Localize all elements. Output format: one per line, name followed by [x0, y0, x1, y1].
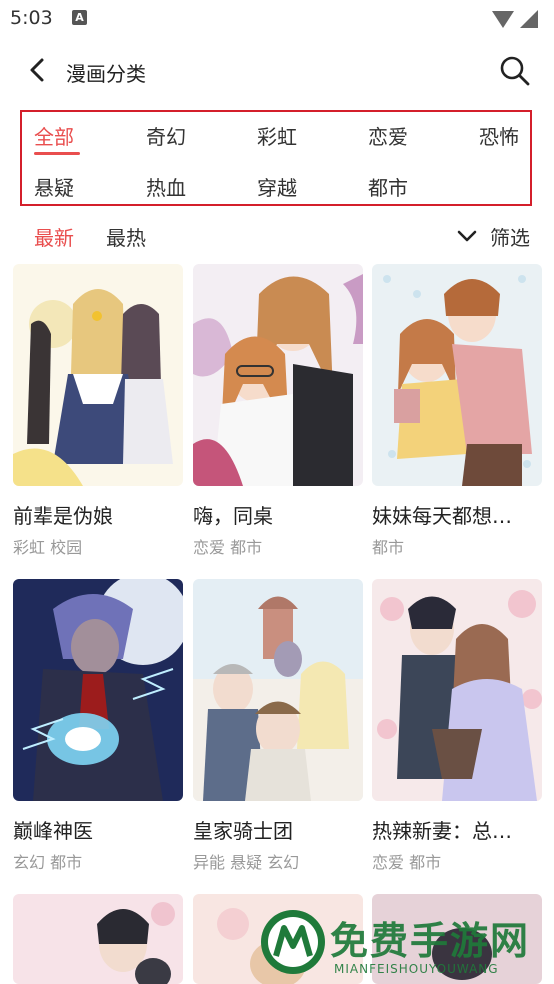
filter-button[interactable]: 筛选	[456, 221, 534, 251]
comic-title: 嗨，同桌	[193, 504, 273, 528]
category-fantasy[interactable]: 奇幻	[146, 121, 186, 150]
status-time: 5:03	[10, 7, 53, 29]
notification-icon: A	[72, 10, 87, 25]
comic-card[interactable]	[13, 894, 183, 984]
comic-title: 热辣新妻：总…	[372, 819, 512, 843]
comic-tags: 都市	[372, 538, 405, 557]
comic-cover-image	[193, 264, 363, 486]
comic-cover-image	[13, 579, 183, 801]
chevron-down-icon	[457, 230, 477, 242]
filter-label: 筛选	[490, 226, 530, 250]
comic-title: 前辈是伪娘	[13, 504, 113, 528]
comic-title: 皇家骑士团	[193, 819, 293, 843]
sort-bar: 最新 最热 筛选	[0, 218, 554, 254]
comic-card[interactable]: 嗨，同桌 恋爱 都市	[193, 264, 363, 564]
category-all[interactable]: 全部	[34, 121, 74, 150]
category-horror[interactable]: 恐怖	[479, 121, 519, 150]
comic-title: 妹妹每天都想…	[372, 504, 512, 528]
comic-cover-image	[13, 894, 183, 984]
category-time-travel[interactable]: 穿越	[257, 172, 297, 201]
active-category-underline	[34, 152, 80, 155]
watermark-text: 免费手游网	[330, 919, 531, 963]
signal-icon	[520, 10, 538, 28]
comic-card[interactable]: 皇家骑士团 异能 悬疑 玄幻	[193, 579, 363, 879]
comic-tags: 异能 悬疑 玄幻	[193, 853, 300, 872]
comic-card[interactable]: 妹妹每天都想… 都市	[372, 264, 542, 564]
status-bar: 5:03 A	[0, 0, 554, 38]
comic-tags: 恋爱 都市	[372, 853, 442, 872]
sort-hottest[interactable]: 最热	[106, 222, 146, 251]
comic-cover-image	[372, 579, 542, 801]
sort-newest[interactable]: 最新	[34, 222, 74, 251]
page-title: 漫画分类	[66, 62, 146, 86]
comic-tags: 恋爱 都市	[193, 538, 263, 557]
comic-card[interactable]: 热辣新妻：总… 恋爱 都市	[372, 579, 542, 879]
category-mystery[interactable]: 悬疑	[34, 172, 74, 201]
watermark-logo-icon	[261, 910, 325, 974]
top-bar: 漫画分类	[0, 46, 554, 96]
comic-tags: 彩虹 校园	[13, 538, 83, 557]
category-action[interactable]: 热血	[146, 172, 186, 201]
comic-cover-image	[372, 264, 542, 486]
category-panel: 全部 奇幻 彩虹 恋爱 恐怖 悬疑 热血 穿越 都市	[20, 110, 532, 206]
category-urban[interactable]: 都市	[368, 172, 408, 201]
watermark-subtext: MIANFEISHOUYOUWANG	[334, 962, 499, 976]
comic-cover-image	[13, 264, 183, 486]
category-romance[interactable]: 恋爱	[368, 121, 408, 150]
status-icons	[492, 10, 538, 28]
comic-card[interactable]: 巅峰神医 玄幻 都市	[13, 579, 183, 879]
category-rainbow[interactable]: 彩虹	[257, 121, 297, 150]
back-arrow-icon[interactable]	[22, 54, 54, 86]
comic-cover-image	[193, 579, 363, 801]
wifi-icon	[492, 11, 514, 28]
comic-tags: 玄幻 都市	[13, 853, 83, 872]
site-watermark: 免费手游网 MIANFEISHOUYOUWANG	[258, 904, 548, 984]
comic-title: 巅峰神医	[13, 819, 93, 843]
search-icon[interactable]	[498, 54, 532, 88]
comic-card[interactable]: 前辈是伪娘 彩虹 校园	[13, 264, 183, 564]
